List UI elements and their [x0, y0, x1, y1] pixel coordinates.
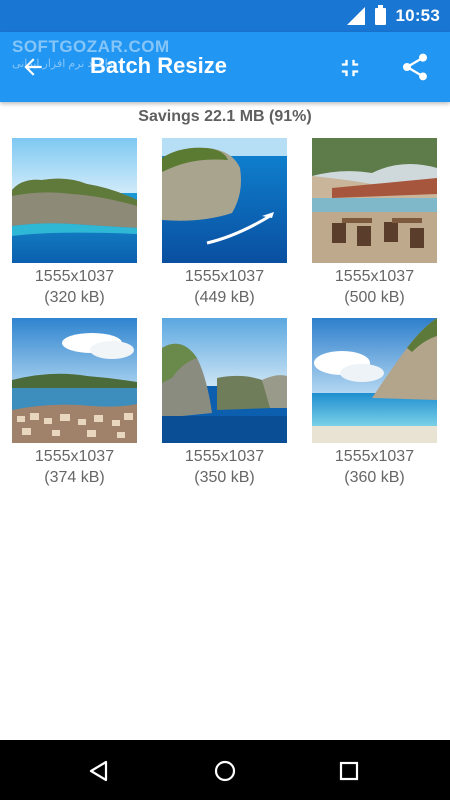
- savings-summary: Savings 22.1 MB (91%): [138, 108, 312, 125]
- battery-icon: [374, 4, 386, 25]
- image-filesize: (350 kB): [194, 469, 255, 486]
- nav-recents-button[interactable]: [332, 754, 366, 788]
- image-dimensions: 1555x1037: [184, 448, 265, 465]
- status-time: 10:53: [395, 6, 440, 25]
- nav-home-button[interactable]: [208, 754, 242, 788]
- back-button[interactable]: [18, 52, 48, 82]
- image-filesize: (374 kB): [44, 469, 105, 486]
- image-filesize: (449 kB): [194, 289, 255, 306]
- image-dimensions: 1555x1037: [34, 448, 115, 465]
- image-filesize: (360 kB): [344, 469, 405, 486]
- image-tile[interactable]: 1555x1037 (374 kB): [12, 318, 137, 488]
- status-icons: 10:53: [346, 0, 440, 32]
- image-tile[interactable]: 1555x1037 (350 kB): [162, 318, 287, 488]
- image-tile[interactable]: 1555x1037 (449 kB): [162, 138, 287, 308]
- thumbnail-cliff-beach: [312, 318, 437, 443]
- image-dimensions: 1555x1037: [34, 268, 115, 285]
- compress-icon: [341, 59, 359, 77]
- image-filesize: (500 kB): [344, 289, 405, 306]
- image-dimensions: 1555x1037: [184, 268, 265, 285]
- status-bar: 10:53: [0, 0, 450, 32]
- image-grid: 1555x1037 (320 kB) 1555x1037 (449 kB) 15…: [12, 138, 438, 488]
- image-tile[interactable]: 1555x1037 (500 kB): [312, 138, 437, 308]
- recents-square-icon: [339, 761, 359, 781]
- share-button[interactable]: [398, 50, 432, 84]
- back-triangle-icon: [89, 760, 108, 782]
- back-arrow-icon: [24, 58, 42, 76]
- compress-button[interactable]: [334, 52, 366, 84]
- page-title: Batch Resize: [90, 53, 227, 78]
- image-tile[interactable]: 1555x1037 (360 kB): [312, 318, 437, 488]
- thumbnail-cliff-boat: [162, 138, 287, 263]
- thumbnail-island-cliff: [12, 138, 137, 263]
- signal-icon: [346, 7, 365, 25]
- nav-back-button[interactable]: [82, 754, 116, 788]
- image-filesize: (320 kB): [44, 289, 105, 306]
- image-tile[interactable]: 1555x1037 (320 kB): [12, 138, 137, 308]
- image-dimensions: 1555x1037: [334, 448, 415, 465]
- system-nav-bar: [0, 740, 450, 800]
- share-icon: [403, 53, 427, 81]
- image-dimensions: 1555x1037: [334, 268, 415, 285]
- thumbnail-bay-cliffs: [162, 318, 287, 443]
- thumbnail-beach-cafe: [312, 138, 437, 263]
- app-toolbar: SOFTGOZAR.COM دانلود نرم افزار ایرانی Ba…: [0, 32, 450, 102]
- home-circle-icon: [214, 760, 236, 782]
- thumbnail-coastal-town: [12, 318, 137, 443]
